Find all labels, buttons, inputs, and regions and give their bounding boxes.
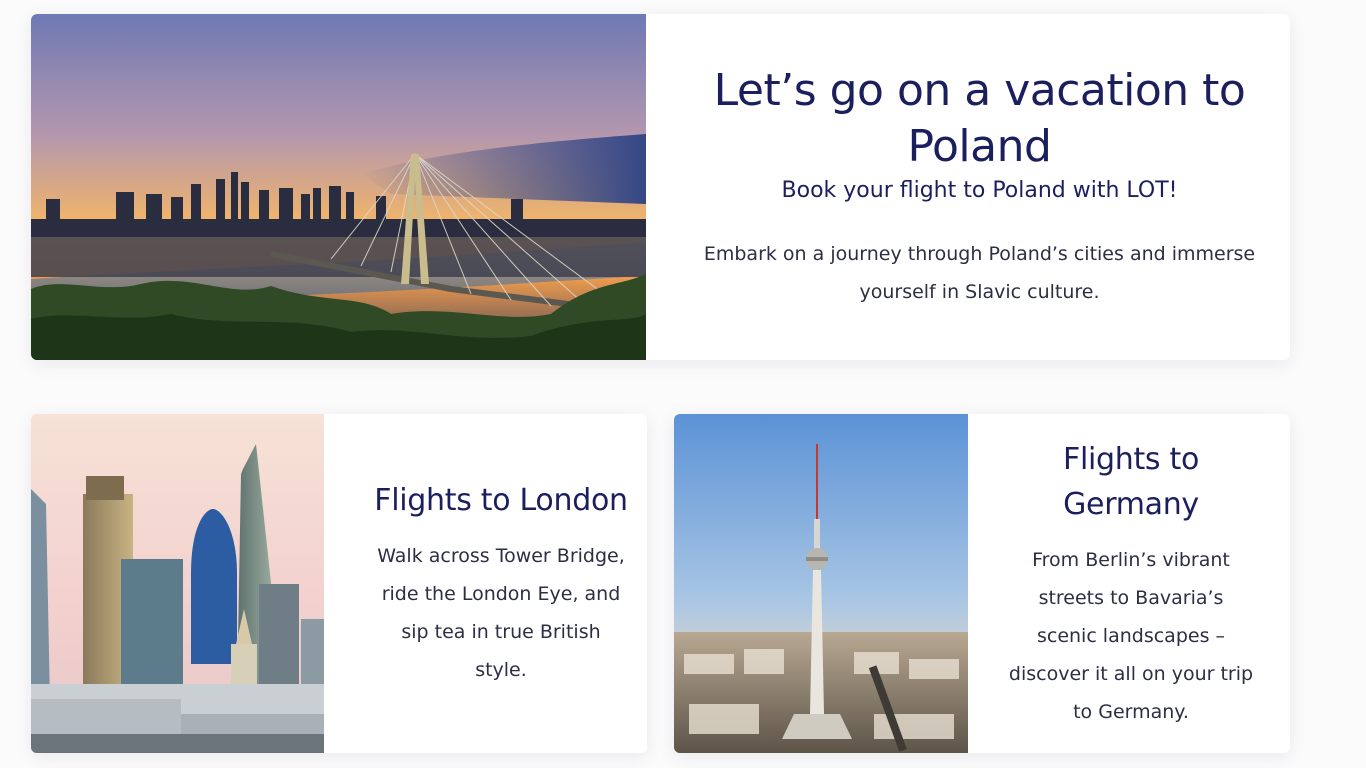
berlin-tv-tower-image bbox=[674, 414, 968, 753]
poland-description: Embark on a journey through Poland’s cit… bbox=[703, 243, 1256, 303]
warsaw-skyline-image bbox=[31, 14, 646, 360]
poland-destination-card[interactable]: Let’s go on a vacation to Poland Book yo… bbox=[31, 14, 1290, 360]
germany-description: From Berlin’s vibrant streets to Bavaria… bbox=[1008, 548, 1254, 723]
london-title: Flights to London bbox=[374, 483, 628, 518]
london-card-content: Flights to London Walk across Tower Brid… bbox=[371, 414, 631, 753]
poland-subtitle: Book your flight to Poland with LOT! bbox=[781, 178, 1178, 203]
poland-card-content: Let’s go on a vacation to Poland Book yo… bbox=[691, 14, 1268, 360]
germany-card-content: Flights to Germany From Berlin’s vibrant… bbox=[992, 414, 1270, 753]
germany-title: Flights to Germany bbox=[1062, 441, 1200, 522]
london-destination-card[interactable]: Flights to London Walk across Tower Brid… bbox=[31, 414, 647, 753]
london-description: Walk across Tower Bridge, ride the Londo… bbox=[377, 545, 625, 681]
london-skyline-image bbox=[31, 414, 324, 753]
poland-title: Let’s go on a vacation to Poland bbox=[713, 65, 1246, 172]
germany-destination-card[interactable]: Flights to Germany From Berlin’s vibrant… bbox=[674, 414, 1290, 753]
